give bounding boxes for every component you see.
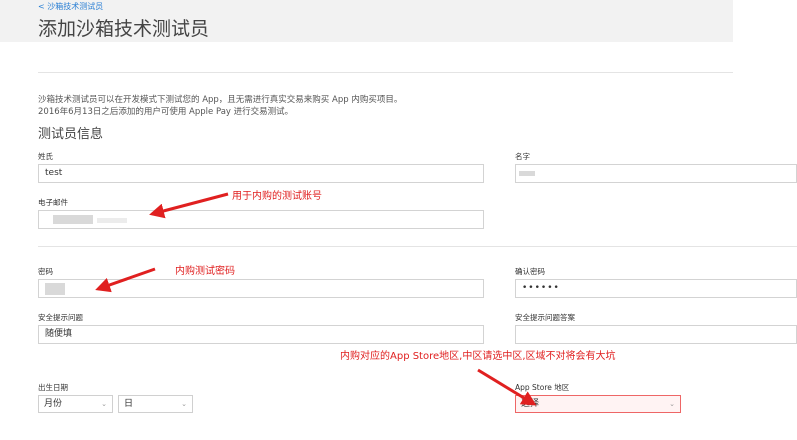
red-arrow-icon bbox=[95, 267, 156, 293]
red-arrow-icon bbox=[477, 368, 537, 406]
red-arrow-icon bbox=[149, 192, 229, 219]
annotation-arrows bbox=[95, 192, 537, 406]
